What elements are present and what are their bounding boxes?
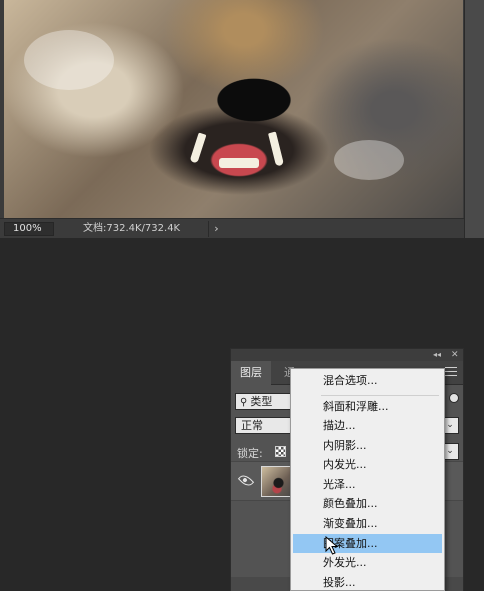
menu-item-color-overlay[interactable]: 颜色叠加... [293,494,442,513]
filter-label: 类型 [250,395,273,408]
scrollbar-track[interactable] [464,0,484,238]
menu-item-inner-glow[interactable]: 内发光... [293,455,442,474]
menu-item-gradient-overlay[interactable]: 渐变叠加... [293,514,442,533]
collapse-icon[interactable]: ◂◂ [433,349,441,361]
blend-mode-select[interactable]: 正常 [235,417,291,434]
status-bar: 100% 文档:732.4K/732.4K › [0,218,464,238]
status-menu-arrow-icon[interactable]: › [208,221,224,237]
menu-item-pattern-overlay[interactable]: 图案叠加... [293,534,442,553]
close-icon[interactable]: ✕ [451,349,459,361]
fur-highlight [334,140,404,180]
lock-label: 锁定: [237,447,263,460]
menu-item-satin[interactable]: 光泽... [293,475,442,494]
doc-size-info[interactable]: 文档:732.4K/732.4K [83,222,180,236]
menu-item-blending-options[interactable]: 混合选项... [293,371,442,390]
menu-item-inner-shadow[interactable]: 内阴影... [293,436,442,455]
zoom-field[interactable]: 100% [4,222,54,236]
menu-separator [321,395,439,396]
search-icon: ⚲ [240,397,248,408]
layer-style-context-menu: 混合选项... 斜面和浮雕... 描边... 内阴影... 内发光... 光泽.… [290,368,445,591]
menu-item-drop-shadow[interactable]: 投影... [293,573,442,591]
tooth-left [189,132,207,164]
menu-item-bevel-emboss[interactable]: 斜面和浮雕... [293,397,442,416]
panel-menu-icon[interactable] [445,367,457,377]
fur-highlight [24,30,114,90]
teeth-row [219,158,259,168]
canvas-image-wolf[interactable] [4,0,463,218]
filter-toggle[interactable] [449,393,459,403]
tooth-right [268,131,284,167]
layer-thumbnail[interactable] [261,466,293,497]
lock-pixels-icon[interactable] [275,446,286,457]
eye-icon[interactable] [237,472,255,489]
layer-filter-select[interactable]: ⚲ 类型 [235,393,291,410]
mouse-cursor-icon [325,536,339,555]
document-window: 100% 文档:732.4K/732.4K › [0,0,484,238]
menu-item-stroke[interactable]: 描边... [293,416,442,435]
menu-item-outer-glow[interactable]: 外发光... [293,553,442,572]
tab-layers[interactable]: 图层 [231,361,271,385]
panel-title-bar[interactable]: ◂◂ ✕ [231,349,463,361]
